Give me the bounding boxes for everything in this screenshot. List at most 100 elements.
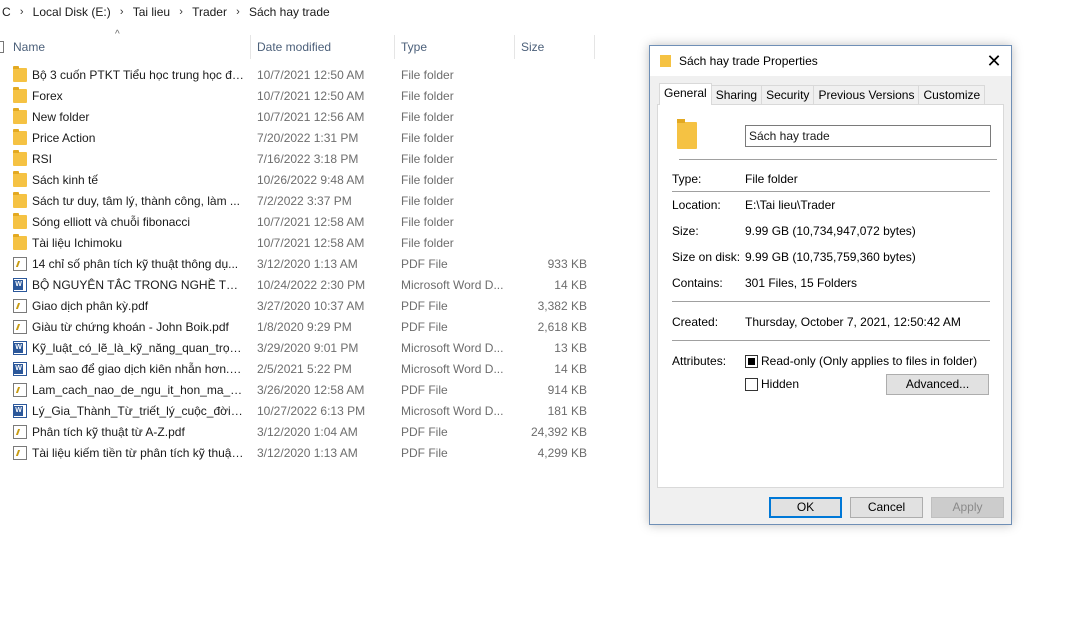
file-date: 7/2/2022 3:37 PM	[257, 194, 352, 208]
file-date: 10/24/2022 2:30 PM	[257, 278, 366, 292]
file-type: File folder	[401, 68, 454, 82]
file-row[interactable]: Tài liệu Ichimoku 10/7/2021 12:58 AM File …	[0, 233, 600, 254]
file-name: New folder	[32, 110, 90, 124]
file-type: PDF File	[401, 320, 448, 334]
tab-customize[interactable]: Customize	[918, 85, 986, 105]
file-row[interactable]: Giàu từ chứng khoán - John Boik.pdf 1/8/2…	[0, 317, 600, 338]
dialog-title: Sách hay trade Properties	[679, 54, 818, 68]
file-row[interactable]: Sách kinh tế 10/26/2022 9:48 AM File folde…	[0, 170, 600, 191]
file-row[interactable]: Sách tư duy, tâm lý, thành công, làm ...…	[0, 191, 600, 212]
column-headers: ^ Name Date modified Type Size	[0, 29, 600, 59]
advanced-button[interactable]: Advanced...	[886, 374, 989, 395]
folder-icon	[13, 129, 27, 145]
sort-ascending-icon: ^	[115, 29, 120, 40]
file-type: PDF File	[401, 383, 448, 397]
file-row[interactable]: Lý_Gia_Thành_Từ_triết_lý_cuộc_đời_đế... 1…	[0, 401, 600, 422]
breadcrumb-item[interactable]: Tai lieu	[131, 5, 172, 19]
readonly-label[interactable]: Read-only (Only applies to files in fold…	[761, 354, 977, 368]
breadcrumb-item[interactable]: Trader	[190, 5, 229, 19]
folder-icon	[13, 150, 27, 166]
file-type: File folder	[401, 173, 454, 187]
file-name: Price Action	[32, 131, 96, 145]
breadcrumb-item[interactable]: Sách hay trade	[247, 5, 332, 19]
type-value: File folder	[745, 172, 798, 186]
file-size: 3,382 KB	[537, 299, 587, 313]
file-row[interactable]: Price Action 7/20/2022 1:31 PM File folder	[0, 128, 600, 149]
attributes-label: Attributes:	[672, 354, 727, 368]
contains-label: Contains:	[672, 276, 723, 290]
file-date: 3/29/2020 9:01 PM	[257, 341, 359, 355]
select-all-checkbox[interactable]	[0, 41, 4, 53]
file-type: File folder	[401, 89, 454, 103]
ok-button[interactable]: OK	[769, 497, 842, 518]
file-row[interactable]: 14 chỉ số phân tích kỹ thuật thông dụ...…	[0, 254, 600, 275]
general-panel: Sách hay trade Type: File folder Locatio…	[657, 104, 1004, 488]
file-date: 1/8/2020 9:29 PM	[257, 320, 352, 334]
file-row[interactable]: Phân tích kỹ thuật từ A-Z.pdf 3/12/2020 1…	[0, 422, 600, 443]
contains-value: 301 Files, 15 Folders	[745, 276, 858, 290]
apply-button[interactable]: Apply	[931, 497, 1004, 518]
pdf-icon	[13, 425, 27, 439]
file-row[interactable]: BỘ NGUYÊN TẮC TRONG NGHỀ TRAD... 10/24/20…	[0, 275, 600, 296]
word-doc-icon	[13, 341, 27, 355]
file-date: 10/7/2021 12:50 AM	[257, 68, 365, 82]
file-row[interactable]: Giao dịch phân kỳ.pdf 3/27/2020 10:37 AM P…	[0, 296, 600, 317]
folder-icon	[13, 192, 27, 208]
tab-sharing[interactable]: Sharing	[710, 85, 763, 105]
file-name: Phân tích kỹ thuật từ A-Z.pdf	[32, 425, 185, 439]
file-size: 2,618 KB	[537, 320, 587, 334]
file-size: 181 KB	[547, 404, 587, 418]
dialog-titlebar[interactable]: Sách hay trade Properties ✕	[650, 46, 1011, 76]
file-row[interactable]: Tài liệu kiếm tiền từ phân tích kỹ thuật…	[0, 443, 600, 464]
folder-name-input[interactable]: Sách hay trade	[745, 125, 991, 147]
file-type: Microsoft Word D...	[401, 404, 504, 418]
column-header-type[interactable]: Type	[395, 35, 427, 59]
tab-security[interactable]: Security	[761, 85, 815, 105]
file-date: 10/7/2021 12:56 AM	[257, 110, 365, 124]
created-label: Created:	[672, 315, 719, 329]
file-name: Làm sao để giao dịch kiên nhẫn hơn.d...	[32, 362, 244, 376]
file-date: 3/26/2020 12:58 AM	[257, 383, 365, 397]
file-date: 10/7/2021 12:50 AM	[257, 89, 365, 103]
word-doc-icon	[13, 404, 27, 418]
hidden-label[interactable]: Hidden	[761, 377, 799, 391]
column-divider[interactable]	[594, 35, 595, 59]
file-date: 10/26/2022 9:48 AM	[257, 173, 365, 187]
readonly-checkbox[interactable]	[745, 355, 758, 368]
file-type: Microsoft Word D...	[401, 278, 504, 292]
file-size: 14 KB	[554, 362, 587, 376]
file-name: Giao dịch phân kỳ.pdf	[32, 299, 149, 313]
file-row[interactable]: Lam_cach_nao_de_ngu_it_hon_ma_va... 3/26/…	[0, 380, 600, 401]
file-type: Microsoft Word D...	[401, 341, 504, 355]
file-date: 3/12/2020 1:13 AM	[257, 257, 358, 271]
file-date: 10/7/2021 12:58 AM	[257, 215, 365, 229]
close-icon[interactable]: ✕	[981, 46, 1007, 76]
file-date: 3/12/2020 1:13 AM	[257, 446, 358, 460]
tab-general[interactable]: General	[659, 83, 712, 105]
chevron-right-icon: ›	[119, 6, 124, 18]
file-row[interactable]: Sóng elliott và chuỗi fibonacci 10/7/2021…	[0, 212, 600, 233]
file-row[interactable]: New folder 10/7/2021 12:56 AM File folder	[0, 107, 600, 128]
file-name: Tài liệu kiếm tiền từ phân tích kỹ thuật…	[32, 446, 244, 460]
file-row[interactable]: RSI 7/16/2022 3:18 PM File folder	[0, 149, 600, 170]
file-size: 14 KB	[554, 278, 587, 292]
file-row[interactable]: Làm sao để giao dịch kiên nhẫn hơn.d... 2…	[0, 359, 600, 380]
column-header-name[interactable]: Name	[7, 35, 45, 59]
cancel-button[interactable]: Cancel	[850, 497, 923, 518]
file-row[interactable]: Bộ 3 cuốn PTKT Tiểu học trung học đạ... 1…	[0, 65, 600, 86]
word-doc-icon	[13, 278, 27, 292]
column-header-date[interactable]: Date modified	[251, 35, 331, 59]
breadcrumb-item[interactable]: C	[0, 5, 13, 19]
column-header-size[interactable]: Size	[515, 35, 544, 59]
hidden-checkbox[interactable]	[745, 378, 758, 391]
file-name: 14 chỉ số phân tích kỹ thuật thông dụ...	[32, 257, 239, 271]
breadcrumb[interactable]: C › Local Disk (E:) › Tai lieu › Trader …	[0, 0, 640, 24]
divider	[672, 301, 990, 302]
file-row[interactable]: Kỹ_luật_có_lẽ_là_kỹ_năng_quan_trọng.... 3…	[0, 338, 600, 359]
type-label: Type:	[672, 172, 702, 186]
file-type: File folder	[401, 152, 454, 166]
pdf-icon	[13, 383, 27, 397]
breadcrumb-item[interactable]: Local Disk (E:)	[31, 5, 113, 19]
tab-previous-versions[interactable]: Previous Versions	[813, 85, 920, 105]
file-row[interactable]: Forex 10/7/2021 12:50 AM File folder	[0, 86, 600, 107]
